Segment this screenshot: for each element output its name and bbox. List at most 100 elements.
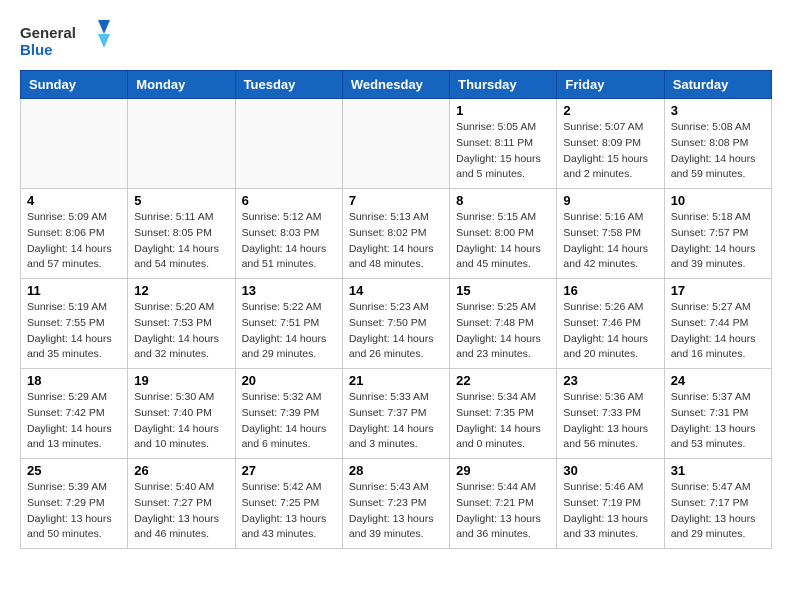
day-number: 2 xyxy=(563,103,657,118)
calendar-cell xyxy=(342,99,449,189)
calendar-cell: 21Sunrise: 5:33 AMSunset: 7:37 PMDayligh… xyxy=(342,369,449,459)
calendar-cell: 13Sunrise: 5:22 AMSunset: 7:51 PMDayligh… xyxy=(235,279,342,369)
calendar-cell: 30 Sunrise: 5:46 AMSunset: 7:19 PMDayligh… xyxy=(557,459,664,549)
calendar-cell: 15 Sunrise: 5:25 AMSunset: 7:48 PMDayligh… xyxy=(450,279,557,369)
calendar-cell: 19 Sunrise: 5:30 AMSunset: 7:40 PMDayligh… xyxy=(128,369,235,459)
calendar-week-row: 1Sunrise: 5:05 AMSunset: 8:11 PMDaylight… xyxy=(21,99,772,189)
day-info: Sunrise: 5:16 AMSunset: 7:58 PMDaylight:… xyxy=(563,210,657,273)
day-info: Sunrise: 5:46 AMSunset: 7:19 PMDaylight:… xyxy=(563,480,657,543)
day-number: 4 xyxy=(27,193,121,208)
weekday-header: Monday xyxy=(128,71,235,99)
day-number: 19 xyxy=(134,373,228,388)
day-info: Sunrise: 5:47 AMSunset: 7:17 PMDaylight:… xyxy=(671,480,765,543)
weekday-header: Friday xyxy=(557,71,664,99)
day-info: Sunrise: 5:27 AMSunset: 7:44 PMDaylight:… xyxy=(671,300,765,363)
calendar-cell: 27 Sunrise: 5:42 AMSunset: 7:25 PMDayligh… xyxy=(235,459,342,549)
weekday-header: Thursday xyxy=(450,71,557,99)
day-number: 23 xyxy=(563,373,657,388)
day-info: Sunrise: 5:20 AMSunset: 7:53 PMDaylight:… xyxy=(134,300,228,363)
day-number: 30 xyxy=(563,463,657,478)
day-info: Sunrise: 5:33 AMSunset: 7:37 PMDaylight:… xyxy=(349,390,443,453)
day-number: 16 xyxy=(563,283,657,298)
calendar-cell: 22Sunrise: 5:34 AMSunset: 7:35 PMDayligh… xyxy=(450,369,557,459)
day-info: Sunrise: 5:42 AMSunset: 7:25 PMDaylight:… xyxy=(242,480,336,543)
day-info: Sunrise: 5:44 AMSunset: 7:21 PMDaylight:… xyxy=(456,480,550,543)
day-number: 10 xyxy=(671,193,765,208)
day-info: Sunrise: 5:26 AMSunset: 7:46 PMDaylight:… xyxy=(563,300,657,363)
day-number: 20 xyxy=(242,373,336,388)
calendar-week-row: 25 Sunrise: 5:39 AMSunset: 7:29 PMDayligh… xyxy=(21,459,772,549)
day-info: Sunrise: 5:18 AMSunset: 7:57 PMDaylight:… xyxy=(671,210,765,273)
calendar-cell: 14Sunrise: 5:23 AMSunset: 7:50 PMDayligh… xyxy=(342,279,449,369)
calendar-week-row: 18Sunrise: 5:29 AMSunset: 7:42 PMDayligh… xyxy=(21,369,772,459)
day-number: 17 xyxy=(671,283,765,298)
day-number: 12 xyxy=(134,283,228,298)
day-info: Sunrise: 5:11 AMSunset: 8:05 PMDaylight:… xyxy=(134,210,228,273)
day-info: Sunrise: 5:22 AMSunset: 7:51 PMDaylight:… xyxy=(242,300,336,363)
day-info: Sunrise: 5:08 AMSunset: 8:08 PMDaylight:… xyxy=(671,120,765,183)
day-info: Sunrise: 5:19 AMSunset: 7:55 PMDaylight:… xyxy=(27,300,121,363)
day-number: 27 xyxy=(242,463,336,478)
calendar-cell: 29 Sunrise: 5:44 AMSunset: 7:21 PMDayligh… xyxy=(450,459,557,549)
calendar-cell xyxy=(21,99,128,189)
day-info: Sunrise: 5:40 AMSunset: 7:27 PMDaylight:… xyxy=(134,480,228,543)
calendar-cell: 17 Sunrise: 5:27 AMSunset: 7:44 PMDayligh… xyxy=(664,279,771,369)
calendar-cell: 25 Sunrise: 5:39 AMSunset: 7:29 PMDayligh… xyxy=(21,459,128,549)
day-info: Sunrise: 5:13 AMSunset: 8:02 PMDaylight:… xyxy=(349,210,443,273)
day-info: Sunrise: 5:37 AMSunset: 7:31 PMDaylight:… xyxy=(671,390,765,453)
svg-text:Blue: Blue xyxy=(20,42,53,59)
calendar-cell: 2Sunrise: 5:07 AMSunset: 8:09 PMDaylight… xyxy=(557,99,664,189)
day-number: 11 xyxy=(27,283,121,298)
calendar-cell: 23Sunrise: 5:36 AMSunset: 7:33 PMDayligh… xyxy=(557,369,664,459)
day-info: Sunrise: 5:15 AMSunset: 8:00 PMDaylight:… xyxy=(456,210,550,273)
day-info: Sunrise: 5:05 AMSunset: 8:11 PMDaylight:… xyxy=(456,120,550,183)
calendar-cell: 24 Sunrise: 5:37 AMSunset: 7:31 PMDayligh… xyxy=(664,369,771,459)
day-info: Sunrise: 5:09 AMSunset: 8:06 PMDaylight:… xyxy=(27,210,121,273)
calendar-cell: 12 Sunrise: 5:20 AMSunset: 7:53 PMDayligh… xyxy=(128,279,235,369)
day-number: 18 xyxy=(27,373,121,388)
day-info: Sunrise: 5:30 AMSunset: 7:40 PMDaylight:… xyxy=(134,390,228,453)
calendar-cell: 26Sunrise: 5:40 AMSunset: 7:27 PMDayligh… xyxy=(128,459,235,549)
calendar-table: SundayMondayTuesdayWednesdayThursdayFrid… xyxy=(20,70,772,549)
calendar-cell: 4 Sunrise: 5:09 AMSunset: 8:06 PMDaylight… xyxy=(21,189,128,279)
weekday-header: Saturday xyxy=(664,71,771,99)
day-number: 9 xyxy=(563,193,657,208)
calendar-cell: 3 Sunrise: 5:08 AMSunset: 8:08 PMDaylight… xyxy=(664,99,771,189)
calendar-week-row: 11 Sunrise: 5:19 AMSunset: 7:55 PMDayligh… xyxy=(21,279,772,369)
calendar-cell: 28 Sunrise: 5:43 AMSunset: 7:23 PMDayligh… xyxy=(342,459,449,549)
calendar-cell: 7 Sunrise: 5:13 AMSunset: 8:02 PMDaylight… xyxy=(342,189,449,279)
calendar-header-row: SundayMondayTuesdayWednesdayThursdayFrid… xyxy=(21,71,772,99)
day-number: 7 xyxy=(349,193,443,208)
day-info: Sunrise: 5:39 AMSunset: 7:29 PMDaylight:… xyxy=(27,480,121,543)
day-number: 6 xyxy=(242,193,336,208)
calendar-cell: 5Sunrise: 5:11 AMSunset: 8:05 PMDaylight… xyxy=(128,189,235,279)
day-info: Sunrise: 5:25 AMSunset: 7:48 PMDaylight:… xyxy=(456,300,550,363)
calendar-cell: 31Sunrise: 5:47 AMSunset: 7:17 PMDayligh… xyxy=(664,459,771,549)
day-number: 28 xyxy=(349,463,443,478)
day-info: Sunrise: 5:12 AMSunset: 8:03 PMDaylight:… xyxy=(242,210,336,273)
day-number: 24 xyxy=(671,373,765,388)
day-number: 3 xyxy=(671,103,765,118)
day-info: Sunrise: 5:32 AMSunset: 7:39 PMDaylight:… xyxy=(242,390,336,453)
calendar-cell: 9 Sunrise: 5:16 AMSunset: 7:58 PMDaylight… xyxy=(557,189,664,279)
day-number: 22 xyxy=(456,373,550,388)
calendar-cell: 16 Sunrise: 5:26 AMSunset: 7:46 PMDayligh… xyxy=(557,279,664,369)
weekday-header: Sunday xyxy=(21,71,128,99)
calendar-cell: 6 Sunrise: 5:12 AMSunset: 8:03 PMDaylight… xyxy=(235,189,342,279)
day-number: 25 xyxy=(27,463,121,478)
weekday-header: Tuesday xyxy=(235,71,342,99)
day-number: 29 xyxy=(456,463,550,478)
calendar-cell: 11 Sunrise: 5:19 AMSunset: 7:55 PMDayligh… xyxy=(21,279,128,369)
calendar-cell: 1Sunrise: 5:05 AMSunset: 8:11 PMDaylight… xyxy=(450,99,557,189)
calendar-cell: 18Sunrise: 5:29 AMSunset: 7:42 PMDayligh… xyxy=(21,369,128,459)
calendar-cell: 8Sunrise: 5:15 AMSunset: 8:00 PMDaylight… xyxy=(450,189,557,279)
logo-svg: General Blue xyxy=(20,20,110,60)
calendar-cell: 10 Sunrise: 5:18 AMSunset: 7:57 PMDayligh… xyxy=(664,189,771,279)
day-info: Sunrise: 5:43 AMSunset: 7:23 PMDaylight:… xyxy=(349,480,443,543)
weekday-header: Wednesday xyxy=(342,71,449,99)
day-number: 15 xyxy=(456,283,550,298)
day-info: Sunrise: 5:23 AMSunset: 7:50 PMDaylight:… xyxy=(349,300,443,363)
calendar-cell xyxy=(128,99,235,189)
calendar-cell xyxy=(235,99,342,189)
page-header: General Blue xyxy=(20,20,772,60)
